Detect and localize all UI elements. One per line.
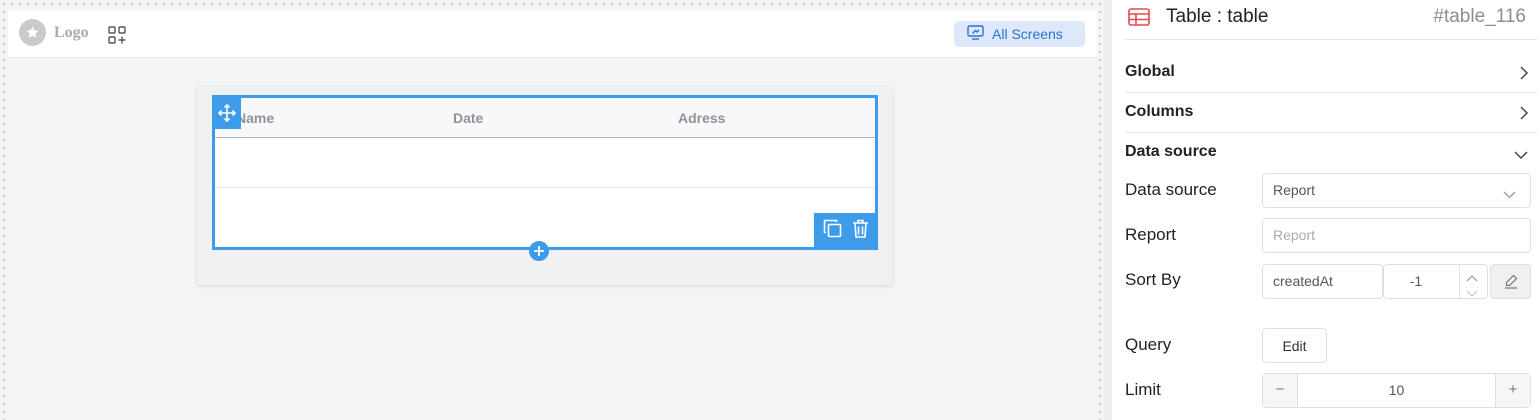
- page-topbar: Logo All Screens: [8, 10, 1097, 58]
- limit-increment-button[interactable]: +: [1495, 374, 1530, 407]
- data-source-label: Data source: [1125, 180, 1217, 199]
- chevron-down-icon: [1503, 186, 1516, 202]
- query-edit-button[interactable]: Edit: [1262, 328, 1327, 363]
- query-label: Query: [1125, 335, 1172, 354]
- all-screens-label: All Screens: [992, 26, 1063, 42]
- pencil-icon: [1504, 274, 1518, 292]
- section-global[interactable]: Global: [1125, 63, 1529, 83]
- section-columns-label: Columns: [1125, 103, 1194, 120]
- apps-add-icon[interactable]: [108, 26, 126, 44]
- chevron-down-icon[interactable]: [1466, 285, 1478, 301]
- design-canvas[interactable]: Logo All Screens Name Date Adress: [0, 0, 1104, 420]
- panel-header: Table : table #table_116: [1126, 6, 1526, 30]
- data-source-value: Report: [1273, 182, 1316, 198]
- move-icon[interactable]: [212, 97, 241, 129]
- column-header-adress[interactable]: Adress: [678, 110, 725, 126]
- limit-label: Limit: [1125, 380, 1161, 399]
- star-icon: [19, 19, 46, 46]
- copy-icon[interactable]: [823, 219, 842, 243]
- query-edit-label: Edit: [1282, 338, 1307, 354]
- limit-decrement-button[interactable]: −: [1263, 374, 1298, 407]
- component-id: #table_116: [1433, 6, 1526, 27]
- trash-icon[interactable]: [852, 219, 869, 243]
- limit-value[interactable]: 10: [1298, 382, 1495, 398]
- sort-order-stepper[interactable]: -1: [1383, 264, 1488, 299]
- table-header-row: Name Date Adress: [215, 98, 875, 138]
- chevron-down-icon: [1513, 147, 1529, 165]
- report-input[interactable]: Report: [1262, 218, 1531, 253]
- selected-table[interactable]: Name Date Adress: [212, 95, 878, 250]
- section-data-source-label: Data source: [1125, 143, 1217, 160]
- report-label: Report: [1125, 225, 1177, 244]
- table-row-divider: [215, 187, 875, 188]
- chevron-up-icon[interactable]: [1466, 269, 1478, 285]
- table-action-bar: [814, 213, 878, 249]
- logo-text: Logo: [54, 23, 89, 41]
- data-source-select[interactable]: Report: [1262, 173, 1531, 208]
- section-data-source[interactable]: Data source: [1125, 143, 1529, 163]
- plus-icon[interactable]: [529, 241, 549, 261]
- sort-by-field-value: createdAt: [1273, 273, 1333, 289]
- edit-sort-button[interactable]: [1490, 264, 1531, 299]
- divider: [1125, 92, 1537, 93]
- divider: [1459, 265, 1460, 298]
- sort-by-label: Sort By: [1125, 270, 1181, 289]
- limit-stepper[interactable]: − 10 +: [1262, 373, 1531, 408]
- panel-title: Table : table: [1166, 6, 1269, 27]
- section-columns[interactable]: Columns: [1125, 103, 1529, 123]
- logo[interactable]: Logo: [19, 19, 89, 46]
- column-header-date[interactable]: Date: [453, 110, 483, 126]
- report-placeholder: Report: [1273, 227, 1316, 243]
- properties-panel: Table : table #table_116 Global Columns …: [1112, 0, 1539, 420]
- column-header-name[interactable]: Name: [236, 110, 274, 126]
- divider: [1125, 132, 1537, 133]
- chevron-right-icon: [1519, 105, 1529, 126]
- sort-by-field-input[interactable]: createdAt: [1262, 264, 1383, 299]
- table-icon: [1128, 8, 1150, 31]
- all-screens-button[interactable]: All Screens: [954, 21, 1085, 47]
- divider: [1125, 39, 1537, 40]
- panel-divider[interactable]: [1104, 0, 1112, 420]
- monitor-icon: [967, 25, 984, 43]
- section-global-label: Global: [1125, 63, 1175, 80]
- chevron-right-icon: [1519, 65, 1529, 86]
- sort-order-value: -1: [1409, 273, 1423, 289]
